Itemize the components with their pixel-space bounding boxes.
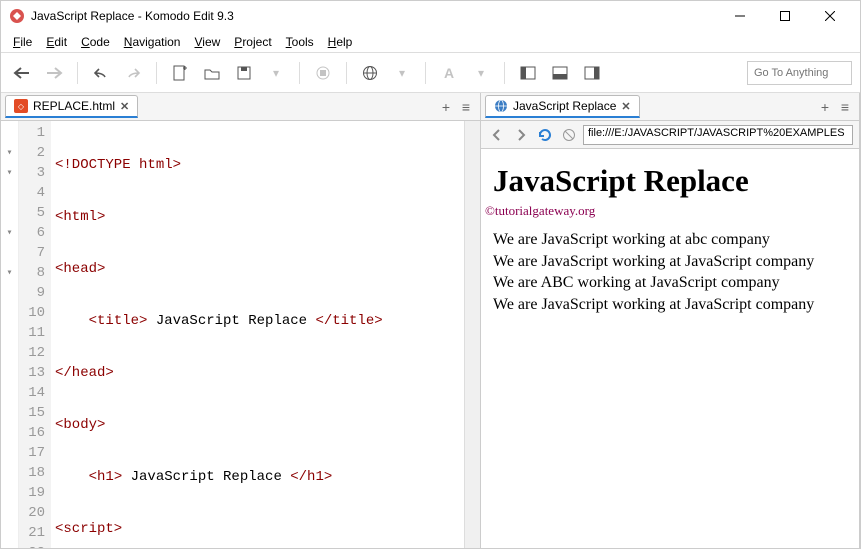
tab-close-icon[interactable]: ✕ xyxy=(120,100,129,113)
globe-icon xyxy=(494,99,508,113)
app-icon xyxy=(9,8,25,24)
tab-preview[interactable]: JavaScript Replace ✕ xyxy=(485,95,640,118)
preview-pane: JavaScript Replace ✕ + ≡ file:///E:/JAVA… xyxy=(481,93,860,548)
code-area[interactable]: <!DOCTYPE html> <html> <head> <title> Ja… xyxy=(51,121,464,548)
undo-button[interactable] xyxy=(88,60,114,86)
goto-anything-input[interactable] xyxy=(747,61,852,85)
output-line: We are JavaScript working at JavaScript … xyxy=(493,294,847,316)
list-tabs-button[interactable]: ≡ xyxy=(456,97,476,117)
titlebar: JavaScript Replace - Komodo Edit 9.3 xyxy=(1,1,860,31)
tab-replace-html[interactable]: ◇ REPLACE.html ✕ xyxy=(5,95,138,118)
redo-button[interactable] xyxy=(120,60,146,86)
close-button[interactable] xyxy=(807,2,852,30)
panel-bottom-button[interactable] xyxy=(547,60,573,86)
font-dropdown[interactable]: ▾ xyxy=(468,60,494,86)
editor-pane: ◇ REPLACE.html ✕ + ≡ ▾▾▾▾ 12345678910111… xyxy=(1,93,481,548)
watermark: ©tutorialgateway.org xyxy=(485,203,847,219)
new-file-button[interactable] xyxy=(167,60,193,86)
globe-button[interactable] xyxy=(357,60,383,86)
vertical-scrollbar[interactable] xyxy=(464,121,480,548)
panel-right-button[interactable] xyxy=(579,60,605,86)
font-button[interactable]: A xyxy=(436,60,462,86)
new-tab-button[interactable]: + xyxy=(815,97,835,117)
forward-button[interactable] xyxy=(41,60,67,86)
stop-icon[interactable] xyxy=(559,125,579,145)
output-line: We are JavaScript working at abc company xyxy=(493,229,847,251)
window-title: JavaScript Replace - Komodo Edit 9.3 xyxy=(31,9,717,23)
panel-left-button[interactable] xyxy=(515,60,541,86)
svg-text:◇: ◇ xyxy=(18,102,25,111)
preview-tabbar: JavaScript Replace ✕ + ≡ xyxy=(481,93,859,121)
tab-label: REPLACE.html xyxy=(33,99,115,113)
toolbar: ▾ ▾ A ▾ xyxy=(1,53,860,93)
menu-edit[interactable]: Edit xyxy=(40,33,73,51)
fold-column[interactable]: ▾▾▾▾ xyxy=(1,121,19,548)
save-button[interactable] xyxy=(231,60,257,86)
reload-icon[interactable] xyxy=(535,125,555,145)
save-dropdown[interactable]: ▾ xyxy=(263,60,289,86)
new-tab-button[interactable]: + xyxy=(436,97,456,117)
stop-button[interactable] xyxy=(310,60,336,86)
tab-label: JavaScript Replace xyxy=(513,99,616,113)
html-icon: ◇ xyxy=(14,99,28,113)
menu-file[interactable]: File xyxy=(7,33,38,51)
menu-tools[interactable]: Tools xyxy=(280,33,320,51)
browser-back-icon[interactable] xyxy=(487,125,507,145)
menu-navigation[interactable]: Navigation xyxy=(118,33,187,51)
output-line: We are ABC working at JavaScript company xyxy=(493,272,847,294)
globe-dropdown[interactable]: ▾ xyxy=(389,60,415,86)
menubar: File Edit Code Navigation View Project T… xyxy=(1,31,860,53)
list-tabs-button[interactable]: ≡ xyxy=(835,97,855,117)
line-numbers: 12345678910111213141516171819202122 xyxy=(19,121,51,548)
open-button[interactable] xyxy=(199,60,225,86)
menu-project[interactable]: Project xyxy=(228,33,277,51)
preview-content: JavaScript Replace ©tutorialgateway.org … xyxy=(481,149,859,548)
tab-close-icon[interactable]: ✕ xyxy=(621,100,630,113)
browser-toolbar: file:///E:/JAVASCRIPT/JAVASCRIPT%20EXAMP… xyxy=(481,121,859,149)
back-button[interactable] xyxy=(9,60,35,86)
menu-help[interactable]: Help xyxy=(322,33,359,51)
minimize-button[interactable] xyxy=(717,2,762,30)
output-line: We are JavaScript working at JavaScript … xyxy=(493,251,847,273)
menu-code[interactable]: Code xyxy=(75,33,116,51)
editor-tabbar: ◇ REPLACE.html ✕ + ≡ xyxy=(1,93,480,121)
menu-view[interactable]: View xyxy=(188,33,226,51)
maximize-button[interactable] xyxy=(762,2,807,30)
browser-forward-icon[interactable] xyxy=(511,125,531,145)
url-box[interactable]: file:///E:/JAVASCRIPT/JAVASCRIPT%20EXAMP… xyxy=(583,125,853,145)
preview-heading: JavaScript Replace xyxy=(493,163,847,199)
